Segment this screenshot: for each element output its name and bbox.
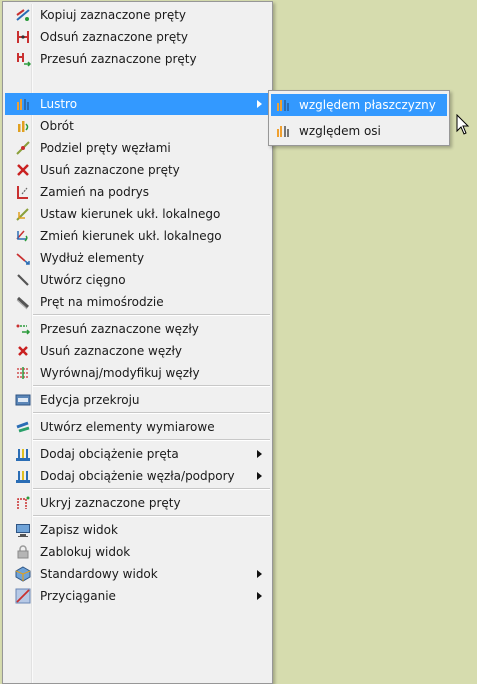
menu-item-label: Usuń zaznaczone pręty [40, 163, 180, 177]
menu-item-delete-bars[interactable]: Usuń zaznaczone pręty [5, 159, 270, 181]
align-nodes-icon [15, 365, 31, 381]
move-nodes-icon [15, 321, 31, 337]
move-bars-icon [15, 51, 31, 67]
menu-item-hide-bars[interactable]: Ukryj zaznaczone pręty [5, 492, 270, 514]
split-bars-icon [15, 140, 31, 156]
change-local-axis-icon [15, 228, 31, 244]
submenu-item-mirror-axis[interactable]: względem osi [271, 120, 447, 142]
submenu-arrow-icon [257, 592, 262, 600]
section-edit-icon [15, 392, 31, 408]
menu-item-label: Przesuń zaznaczone węzły [40, 322, 199, 336]
submenu-arrow-icon [257, 570, 262, 578]
menu-item-label: Podziel pręty węzłami [40, 141, 171, 155]
hide-bars-icon [15, 495, 31, 511]
menu-item-split-bars[interactable]: Podziel pręty węzłami [5, 137, 270, 159]
convert-underlay-icon [15, 184, 31, 200]
menu-item-create-tendon[interactable]: Utwórz cięgno [5, 269, 270, 291]
submenu-arrow-icon [257, 100, 262, 108]
menu-item-label: Zmień kierunek ukł. lokalnego [40, 229, 222, 243]
submenu-item-label: względem płaszczyzny [299, 98, 436, 112]
eccentric-bar-icon [15, 294, 31, 310]
menu-item-label: Zamień na podrys [40, 185, 150, 199]
menu-separator [33, 515, 270, 517]
menu-item-label: Kopiuj zaznaczone pręty [40, 8, 187, 22]
menu-item-label: Usuń zaznaczone węzły [40, 344, 183, 358]
context-menu: Kopiuj zaznaczone pręty Odsuń zaznaczone… [2, 1, 273, 684]
dimension-elements-icon [15, 419, 31, 435]
menu-item-label: Ukryj zaznaczone pręty [40, 496, 181, 510]
bar-load-icon [15, 446, 31, 462]
node-load-icon [15, 468, 31, 484]
create-tendon-icon [15, 272, 31, 288]
mirror-axis-icon [275, 123, 291, 139]
submenu-arrow-icon [257, 450, 262, 458]
menu-item-copy-bars[interactable]: Kopiuj zaznaczone pręty [5, 4, 270, 26]
submenu-arrow-icon [257, 472, 262, 480]
menu-item-change-local-axis[interactable]: Zmień kierunek ukł. lokalnego [5, 225, 270, 247]
menu-item-label: Standardowy widok [40, 567, 158, 581]
mirror-submenu: względem płaszczyzny względem osi [268, 90, 450, 146]
lock-view-icon [15, 544, 31, 560]
menu-separator [33, 488, 270, 490]
menu-item-delete-nodes[interactable]: Usuń zaznaczone węzły [5, 340, 270, 362]
menu-item-label: Wydłuż elementy [40, 251, 145, 265]
menu-separator [33, 412, 270, 414]
menu-item-dimension-elements[interactable]: Utwórz elementy wymiarowe [5, 416, 270, 438]
menu-item-label: Zablokuj widok [40, 545, 131, 559]
menu-item-align-nodes[interactable]: Wyrównaj/modyfikuj węzły [5, 362, 270, 384]
menu-item-label: Utwórz cięgno [40, 273, 126, 287]
menu-item-label: Przesuń zaznaczone pręty [40, 52, 197, 66]
mirror-icon [15, 96, 31, 112]
menu-item-label: Lustro [40, 97, 78, 111]
menu-item-set-local-axis[interactable]: Ustaw kierunek ukł. lokalnego [5, 203, 270, 225]
menu-item-label: Ustaw kierunek ukł. lokalnego [40, 207, 221, 221]
menu-item-label: Odsuń zaznaczone pręty [40, 30, 189, 44]
menu-separator [33, 439, 270, 441]
offset-bars-icon [15, 29, 31, 45]
menu-separator [33, 385, 270, 387]
set-local-axis-icon [15, 206, 31, 222]
menu-item-standard-view[interactable]: Standardowy widok [5, 563, 270, 585]
extend-elements-icon [15, 250, 31, 266]
menu-item-move-nodes[interactable]: Przesuń zaznaczone węzły [5, 318, 270, 340]
menu-separator [33, 314, 270, 316]
delete-bars-icon [15, 162, 31, 178]
submenu-item-mirror-plane[interactable]: względem płaszczyzny [271, 94, 447, 116]
mirror-plane-icon [275, 97, 291, 113]
menu-item-label: Edycja przekroju [40, 393, 140, 407]
mouse-pointer-icon [456, 114, 472, 138]
menu-item-mirror[interactable]: Lustro [5, 93, 270, 115]
menu-item-rotate[interactable]: Obrót [5, 115, 270, 137]
submenu-item-label: względem osi [299, 124, 381, 138]
menu-item-snap[interactable]: Przyciąganie [5, 585, 270, 607]
menu-item-node-load[interactable]: Dodaj obciążenie węzła/podpory [5, 465, 270, 487]
menu-item-label: Utwórz elementy wymiarowe [40, 420, 215, 434]
menu-item-save-view[interactable]: Zapisz widok [5, 519, 270, 541]
delete-nodes-icon [15, 343, 31, 359]
menu-item-lock-view[interactable]: Zablokuj widok [5, 541, 270, 563]
menu-item-label: Dodaj obciążenie pręta [40, 447, 179, 461]
menu-item-bar-load[interactable]: Dodaj obciążenie pręta [5, 443, 270, 465]
standard-view-icon [15, 566, 31, 582]
menu-item-move-bars[interactable]: Przesuń zaznaczone pręty [5, 48, 270, 70]
copy-bars-icon [15, 7, 31, 23]
rotate-icon [15, 118, 31, 134]
menu-item-label: Wyrównaj/modyfikuj węzły [40, 366, 200, 380]
menu-item-label: Obrót [40, 119, 74, 133]
menu-item-label: Zapisz widok [40, 523, 118, 537]
menu-item-extend-elements[interactable]: Wydłuż elementy [5, 247, 270, 269]
menu-item-label: Przyciąganie [40, 589, 116, 603]
save-view-icon [15, 522, 31, 538]
menu-item-convert-underlay[interactable]: Zamień na podrys [5, 181, 270, 203]
menu-item-label: Dodaj obciążenie węzła/podpory [40, 469, 235, 483]
menu-item-section-edit[interactable]: Edycja przekroju [5, 389, 270, 411]
menu-item-eccentric-bar[interactable]: Pręt na mimośrodzie [5, 291, 270, 313]
snap-icon [15, 588, 31, 604]
menu-item-offset-bars[interactable]: Odsuń zaznaczone pręty [5, 26, 270, 48]
menu-item-label: Pręt na mimośrodzie [40, 295, 164, 309]
